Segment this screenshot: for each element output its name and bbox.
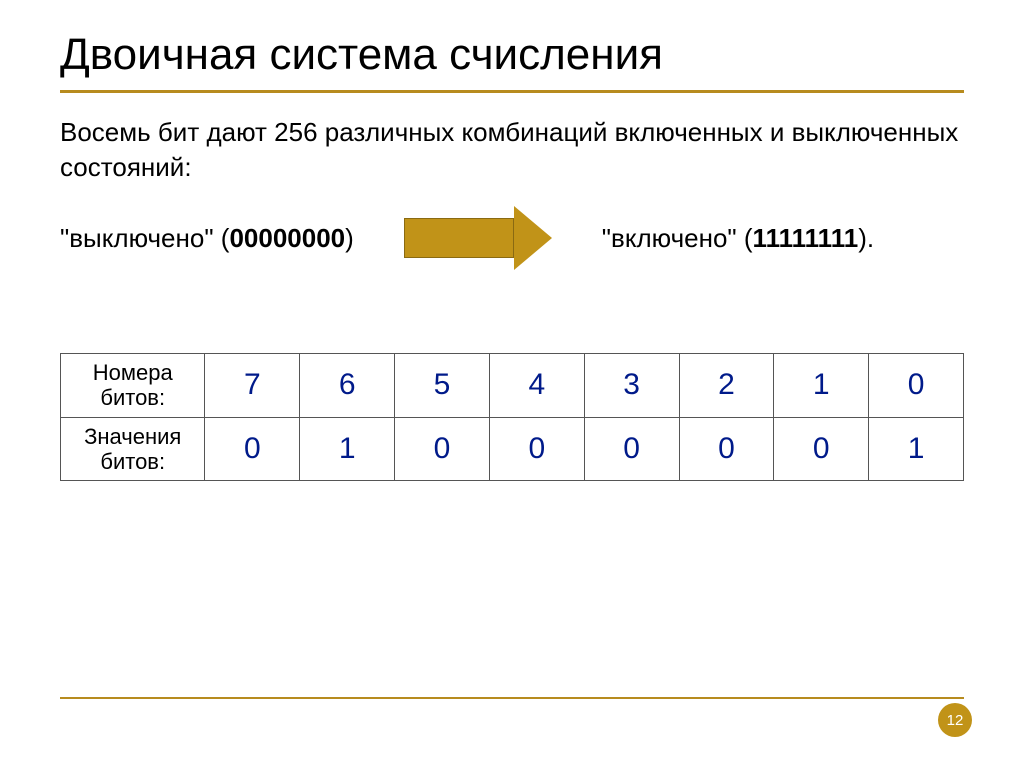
- bit-number-cell: 6: [300, 354, 395, 418]
- bit-number-cell: 4: [489, 354, 584, 418]
- bit-number-cell: 5: [395, 354, 490, 418]
- bit-value-cell: 0: [679, 417, 774, 481]
- state-on-prefix: "включено" (: [602, 223, 753, 253]
- slide: Двоичная система счисления Восемь бит да…: [0, 0, 1024, 767]
- title-underline: [60, 90, 964, 93]
- bit-value-cell: 0: [205, 417, 300, 481]
- page-number-badge: 12: [938, 703, 972, 737]
- bit-value-cell: 0: [584, 417, 679, 481]
- intro-paragraph: Восемь бит дают 256 различных комбинаций…: [60, 115, 964, 185]
- state-on-bits: 11111111: [753, 223, 859, 253]
- table-row: Значения битов: 0 1 0 0 0 0 0 1: [61, 417, 964, 481]
- bit-value-cell: 1: [869, 417, 964, 481]
- bit-value-cell: 0: [774, 417, 869, 481]
- state-off: "выключено" (00000000): [60, 223, 354, 254]
- footer-rule: [60, 697, 964, 699]
- bit-number-cell: 1: [774, 354, 869, 418]
- state-off-prefix: "выключено" (: [60, 223, 229, 253]
- bit-number-cell: 7: [205, 354, 300, 418]
- slide-title: Двоичная система счисления: [60, 30, 964, 80]
- table-row: Номера битов: 7 6 5 4 3 2 1 0: [61, 354, 964, 418]
- state-on-suffix: ).: [858, 223, 874, 253]
- bit-number-cell: 3: [584, 354, 679, 418]
- state-on: "включено" (11111111).: [602, 223, 874, 254]
- state-off-bits: 00000000: [229, 223, 345, 253]
- bit-number-cell: 2: [679, 354, 774, 418]
- bit-values-label: Значения битов:: [61, 417, 205, 481]
- arrow-head: [514, 206, 552, 270]
- arrow-icon: [388, 213, 568, 263]
- arrow-shaft: [404, 218, 514, 258]
- bit-number-cell: 0: [869, 354, 964, 418]
- states-row: "выключено" (00000000) "включено" (11111…: [60, 213, 964, 263]
- state-off-suffix: ): [345, 223, 354, 253]
- bit-value-cell: 1: [300, 417, 395, 481]
- bit-numbers-label: Номера битов:: [61, 354, 205, 418]
- bit-value-cell: 0: [395, 417, 490, 481]
- bits-table: Номера битов: 7 6 5 4 3 2 1 0 Значения б…: [60, 353, 964, 481]
- bit-value-cell: 0: [489, 417, 584, 481]
